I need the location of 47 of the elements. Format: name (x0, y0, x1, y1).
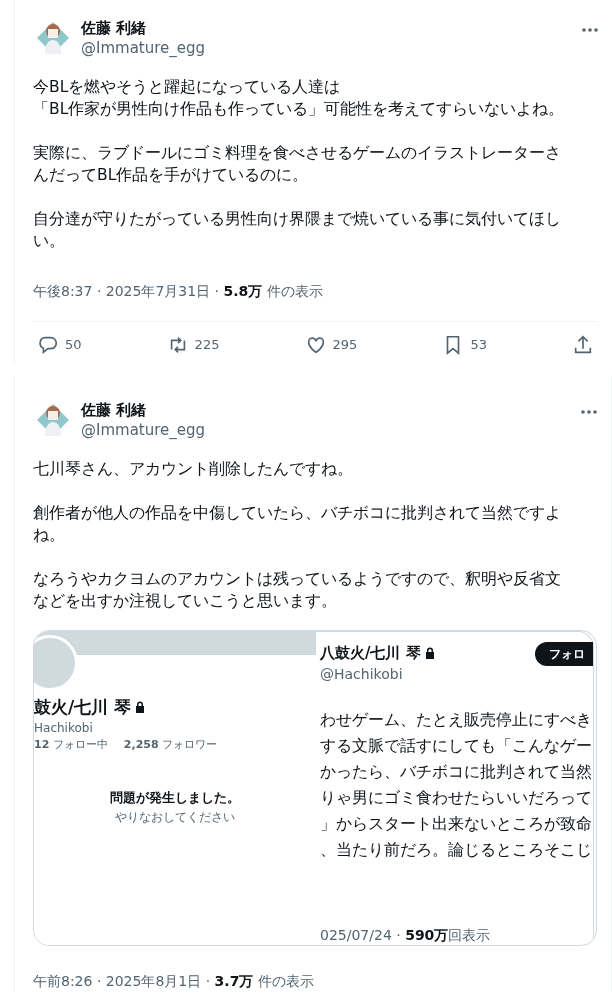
profile-handle: Hachikobi (34, 719, 93, 737)
author-handle: @Immature_egg (81, 38, 207, 58)
tweet-text: なろうやカクヨムのアカウントは残っているようですので、釈明や反省文 (33, 568, 561, 590)
tweet-text: い。 (33, 231, 65, 252)
author-handle: @Immature_egg (81, 419, 207, 440)
follow-button[interactable]: フォロ (535, 641, 593, 666)
tweet-text: などを出すか注視していこうと思います。 (33, 590, 337, 612)
tweet-meta: 午後8:37 · 2025年7月31日 · 5.8万 件の表示 (33, 282, 323, 301)
quoted-text: わせゲーム、たとえ販売停止にすべき (320, 710, 592, 731)
like-button[interactable]: 295 (304, 333, 358, 356)
action-count: 225 (194, 335, 220, 354)
tweet-text: 「BL作家が男性向け作品も作っている」可能性を考えてすらいないよね。 (33, 99, 565, 120)
quoted-meta: 025/07/24 · 590万回表示 (320, 926, 491, 945)
share-icon (572, 333, 594, 356)
error-title: 問題が発生しました。 (110, 789, 240, 807)
repost-button[interactable]: 225 (166, 333, 220, 356)
tweet-text: んだってBL作品を手がけているのに。 (33, 165, 309, 186)
lock-icon (424, 646, 435, 659)
more-icon (582, 28, 598, 32)
quoted-text: りゃ男にゴミ食わせたらいいだろって (320, 788, 592, 809)
tweet-meta: 午前8:26 · 2025年8月1日 · 3.7万 件の表示 (33, 971, 314, 991)
bookmark-button[interactable]: 53 (442, 333, 487, 356)
tweet-text: 七川琴さん、アカウント削除したんですね。 (33, 458, 353, 480)
tweet-text: 創作者が他人の作品を中傷していたら、バチボコに批判されて当然ですよ (33, 502, 561, 524)
error-hint: やりなおしてください (115, 808, 235, 826)
author-name: 佐藤 利緒 (81, 18, 148, 38)
profile-name: 鼓火/七川 琴 (34, 695, 132, 719)
profile-stat: 2,258 フォロワー (123, 736, 218, 753)
tweet-text: 実際に、ラブドールにゴミ料理を食べさせるゲームのイラストレーターさ (33, 143, 561, 164)
quoted-text: する文脈で話すにしても「こんなゲー (320, 736, 592, 757)
quoted-text: 、当たり前だろ。論じるところそこじ (320, 840, 592, 861)
quoted-text: 」からスタート出来ないところが致命 (320, 814, 592, 835)
tweet-text: 自分達が守りたがっている男性向け界隈まで焼いている事に気付いてほし (33, 209, 561, 230)
profile-name: 八鼓火/七川 琴 (320, 642, 421, 664)
more-icon (581, 409, 597, 414)
tweet-text: 今BLを燃やそうと躍起になっている人達は (33, 77, 341, 98)
reply-button[interactable]: 50 (37, 333, 82, 356)
action-count: 53 (470, 335, 487, 354)
lock-icon (135, 700, 146, 713)
profile-stat: 12 フォロー中 (34, 736, 108, 753)
tweet-text: ね。 (33, 524, 65, 546)
author-name: 佐藤 利緒 (81, 399, 148, 420)
share-button[interactable] (572, 333, 594, 356)
action-count: 295 (332, 335, 358, 354)
action-count: 50 (65, 335, 82, 354)
quoted-text: かったら、バチボコに批判されて当然 (320, 762, 592, 783)
profile-handle: @Hachikobi (320, 665, 403, 684)
